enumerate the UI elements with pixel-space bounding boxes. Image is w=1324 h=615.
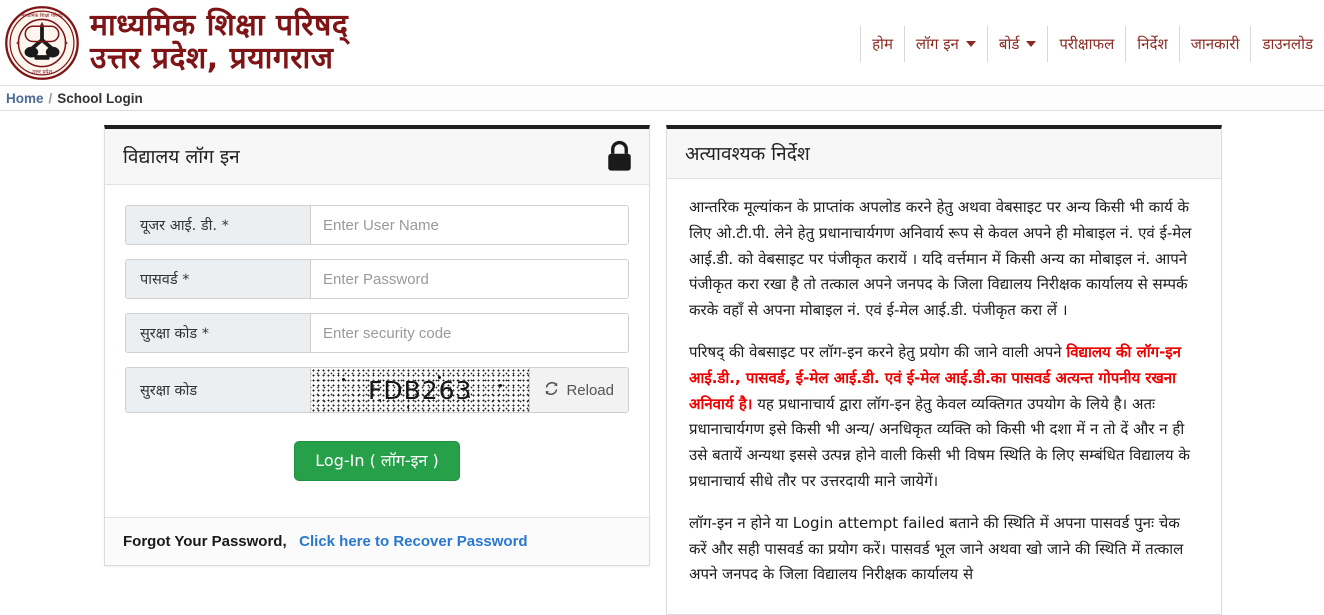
user-id-input[interactable] [311,206,628,244]
captcha-reload-button[interactable]: Reload [529,368,628,412]
school-login-panel: विद्यालय लॉग इन यूजर आई. डी. * पासवर्ड *… [104,125,650,566]
brand-title-line-1: माध्यमिक शिक्षा परिषद् [90,8,349,44]
user-id-row: यूजर आई. डी. * [125,205,629,245]
breadcrumb-separator: / [48,90,53,106]
lock-icon [606,140,633,172]
nav-item-label: परीक्षाफल [1059,35,1115,53]
login-panel-header: विद्यालय लॉग इन [105,129,649,185]
breadcrumb-current-page: School Login [57,90,143,106]
notice-paragraph-2-post: यह प्रधानाचार्य द्वारा लॉग-इन हेतु केवल … [689,394,1190,490]
chevron-down-icon [965,41,976,47]
brand-title: माध्यमिक शिक्षा परिषद् उत्तर प्रदेश, प्र… [90,8,349,76]
nav-item-label: होम [872,35,893,53]
svg-text:उत्तर प्रदेश: उत्तर प्रदेश [32,68,52,75]
login-submit-button[interactable]: Log-In ( लॉग-इन ) [294,441,460,481]
security-code-input[interactable] [311,314,628,352]
site-header: माध्यमिक शिक्षा परिषद् उत्तर प्रदेश माध्… [0,0,1324,85]
recover-password-link[interactable]: Click here to Recover Password [299,533,527,550]
forgot-password-footer: Forgot Your Password, Click here to Reco… [105,517,649,565]
captcha-image: FDB263 [311,368,530,412]
nav-item-board[interactable]: बोर्ड [986,26,1048,62]
captcha-reload-label: Reload [566,381,614,399]
nav-item-information[interactable]: जानकारी [1178,26,1251,62]
user-id-label: यूजर आई. डी. * [126,206,311,244]
notice-paragraph-2: परिषद् की वेबसाइट पर लॉग-इन करने हेतु प्… [689,340,1201,495]
upmsp-seal-emblem-icon: माध्यमिक शिक्षा परिषद् उत्तर प्रदेश [4,5,80,81]
nav-item-instructions[interactable]: निर्देश [1125,26,1179,62]
captcha-row: सुरक्षा कोड FDB263 Reload [125,367,629,413]
notice-paragraph-1: आन्तरिक मूल्यांकन के प्राप्तांक अपलोड कर… [689,198,1192,320]
forgot-password-text: Forgot Your Password, [123,533,287,550]
page-body: विद्यालय लॉग इन यूजर आई. डी. * पासवर्ड *… [0,111,1324,615]
password-input[interactable] [311,260,628,298]
brand-title-line-2: उत्तर प्रदेश, प्रयागराज [90,40,334,76]
brand-block: माध्यमिक शिक्षा परिषद् उत्तर प्रदेश माध्… [0,5,348,81]
refresh-icon [544,381,559,400]
nav-item-login[interactable]: लॉग इन [903,26,987,62]
captcha-label: सुरक्षा कोड [126,368,311,412]
password-label: पासवर्ड * [126,260,311,298]
notice-panel-body: आन्तरिक मूल्यांकन के प्राप्तांक अपलोड कर… [667,179,1221,614]
breadcrumb-home-link[interactable]: Home [6,91,44,106]
captcha-code-text: FDB263 [367,375,473,405]
chevron-down-icon [1026,41,1037,47]
important-instructions-panel: अत्यावश्यक निर्देश आन्तरिक मूल्यांकन के … [666,125,1222,615]
security-code-label: सुरक्षा कोड * [126,314,311,352]
notice-paragraph-2-pre: परिषद् की वेबसाइट पर लॉग-इन करने हेतु प्… [689,342,1067,361]
notice-panel-header: अत्यावश्यक निर्देश [667,129,1221,179]
password-row: पासवर्ड * [125,259,629,299]
nav-item-label: बोर्ड [998,35,1020,53]
nav-item-results[interactable]: परीक्षाफल [1047,26,1126,62]
nav-item-label: डाउनलोड [1262,35,1313,53]
main-navigation: होम लॉग इन बोर्ड परीक्षाफल निर्देश जानका… [860,26,1324,62]
breadcrumb: Home / School Login [0,85,1324,111]
security-code-row: सुरक्षा कोड * [125,313,629,353]
nav-item-downloads[interactable]: डाउनलोड [1250,26,1324,62]
notice-paragraph-3: लॉग-इन न होने या Login attempt failed बत… [689,513,1184,584]
login-panel-title: विद्यालय लॉग इन [123,146,240,168]
nav-item-label: जानकारी [1190,35,1240,53]
nav-item-label: लॉग इन [915,35,959,53]
notice-panel-title: अत्यावश्यक निर्देश [685,143,810,165]
nav-item-label: निर्देश [1137,35,1168,53]
nav-item-home[interactable]: होम [860,26,904,62]
login-form: यूजर आई. डी. * पासवर्ड * सुरक्षा कोड * स… [105,185,649,517]
svg-text:माध्यमिक शिक्षा परिषद्: माध्यमिक शिक्षा परिषद् [21,12,63,19]
login-actions: Log-In ( लॉग-इन ) [125,419,629,507]
